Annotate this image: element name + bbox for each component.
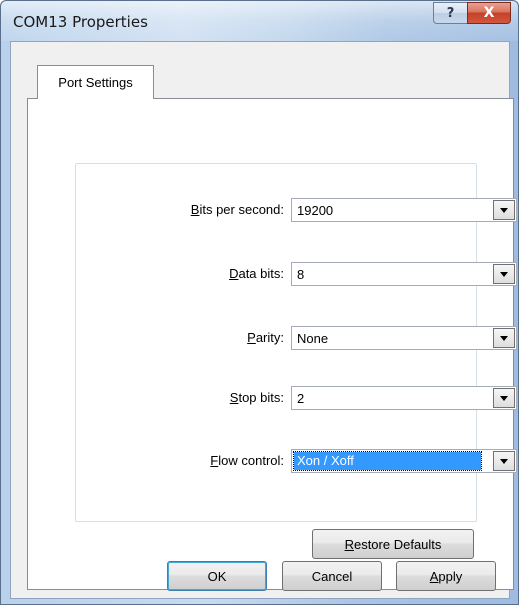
apply-button[interactable]: Apply (396, 561, 496, 591)
flow-control-select[interactable]: Xon / Xoff (291, 449, 517, 473)
restore-defaults-label: estore Defaults (353, 536, 442, 552)
close-icon: X (483, 5, 495, 21)
data-bits-label-text: ata bits: (238, 266, 284, 281)
parity-select[interactable]: None (291, 326, 517, 350)
restore-defaults-button[interactable]: Restore Defaults (312, 529, 474, 559)
data-bits-select[interactable]: 8 (291, 262, 517, 286)
properties-dialog: COM13 Properties ? X Port Settings Bits … (0, 0, 519, 605)
chevron-down-icon[interactable] (493, 264, 515, 284)
ok-button[interactable]: OK (167, 561, 267, 591)
apply-label: pply (438, 568, 463, 584)
cancel-button[interactable]: Cancel (282, 561, 382, 591)
ok-label: OK (207, 568, 227, 584)
bits-per-second-select[interactable]: 19200 (291, 198, 517, 222)
flow-control-label-text: low control: (218, 453, 284, 468)
port-settings-page: Bits per second: 19200 Data bits: 8 Pari… (27, 98, 517, 590)
chevron-down-icon[interactable] (493, 328, 515, 348)
bits-per-second-value: 19200 (297, 203, 334, 218)
title-bar[interactable]: COM13 Properties ? X (1, 1, 518, 41)
caption-buttons: ? X (433, 2, 511, 24)
help-button[interactable]: ? (433, 2, 467, 24)
bits-per-second-label-text: its per second: (199, 202, 284, 217)
stop-bits-label-text: top bits: (238, 390, 284, 405)
settings-group: Bits per second: 19200 Data bits: 8 Pari… (75, 163, 517, 522)
close-button[interactable]: X (467, 2, 511, 24)
apply-mnemonic: A (429, 568, 439, 584)
chevron-down-icon[interactable] (493, 388, 515, 408)
stop-bits-select[interactable]: 2 (291, 386, 517, 410)
parity-value: None (297, 331, 329, 346)
chevron-down-icon[interactable] (493, 451, 515, 471)
tab-port-settings[interactable]: Port Settings (37, 65, 154, 99)
restore-defaults-mnemonic: R (344, 536, 354, 552)
flow-control-value: Xon / Xoff (293, 451, 482, 471)
parity-label-text: arity: (255, 330, 284, 345)
window-title: COM13 Properties (13, 13, 148, 31)
parity-mnemonic: P (247, 330, 256, 345)
cancel-label: Cancel (311, 568, 353, 584)
data-bits-value: 8 (297, 267, 305, 282)
tab-label: Port Settings (58, 75, 133, 90)
chevron-down-icon[interactable] (493, 200, 515, 220)
dialog-client-area: Port Settings Bits per second: 19200 Dat… (10, 41, 517, 599)
stop-bits-value: 2 (297, 391, 305, 406)
question-mark-icon: ? (446, 5, 455, 21)
